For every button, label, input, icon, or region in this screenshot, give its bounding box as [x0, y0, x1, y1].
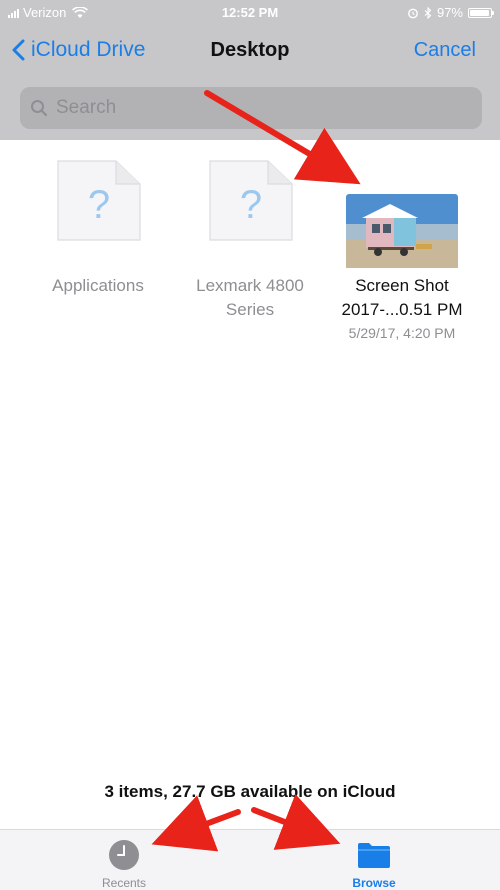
- search-bar[interactable]: [20, 87, 482, 129]
- file-name: Lexmark 4800 Series: [196, 276, 304, 319]
- unknown-file-icon: ?: [57, 160, 141, 241]
- svg-text:?: ?: [88, 183, 110, 227]
- file-name: Screen Shot 2017-...0.51 PM: [341, 276, 463, 319]
- clock-icon: [109, 840, 139, 870]
- tab-icon-container: [314, 838, 434, 872]
- file-item-screenshot[interactable]: Screen Shot 2017-...0.51 PM 5/29/17, 4:2…: [327, 160, 477, 341]
- battery-percent: 97%: [436, 5, 463, 20]
- tab-browse[interactable]: Browse: [314, 838, 434, 890]
- storage-info: 3 items, 27.7 GB available on iCloud: [104, 782, 396, 801]
- file-item-applications[interactable]: ? Applications: [23, 160, 173, 298]
- folder-icon: [358, 843, 390, 868]
- bluetooth-icon: [424, 6, 432, 19]
- file-date: 5/29/17, 4:20 PM: [348, 325, 456, 341]
- battery-icon: [468, 7, 494, 18]
- tab-icon-container: [64, 838, 184, 872]
- file-icon-container: ?: [175, 160, 325, 270]
- unknown-file-icon: ?: [209, 160, 293, 241]
- file-item-lexmark[interactable]: ? Lexmark 4800 Series: [175, 160, 325, 322]
- chevron-left-icon: [12, 39, 25, 61]
- battery-fill: [470, 9, 490, 16]
- file-icon-container: ?: [23, 160, 173, 270]
- cancel-button[interactable]: Cancel: [414, 39, 476, 62]
- alarm-icon: [408, 8, 418, 18]
- back-label: iCloud Drive: [31, 38, 146, 61]
- image-thumbnail: [346, 194, 458, 268]
- navigation-bar: iCloud Drive Desktop Cancel: [0, 26, 500, 80]
- svg-text:?: ?: [240, 183, 262, 227]
- tab-recents[interactable]: Recents: [64, 838, 184, 890]
- tab-label: Recents: [101, 876, 147, 890]
- file-icon-container: [327, 160, 477, 270]
- tab-bar: Recents Browse: [0, 829, 500, 890]
- header-area: Verizon 12:52 PM 97% iCloud Drive Deskto…: [0, 0, 500, 140]
- search-icon: [31, 100, 48, 117]
- file-name: Applications: [52, 276, 144, 295]
- status-right: 97%: [407, 5, 494, 20]
- search-input[interactable]: [54, 96, 438, 120]
- tab-label: Browse: [352, 876, 396, 890]
- back-button[interactable]: iCloud Drive: [12, 38, 145, 62]
- status-bar: Verizon 12:52 PM 97%: [0, 0, 500, 26]
